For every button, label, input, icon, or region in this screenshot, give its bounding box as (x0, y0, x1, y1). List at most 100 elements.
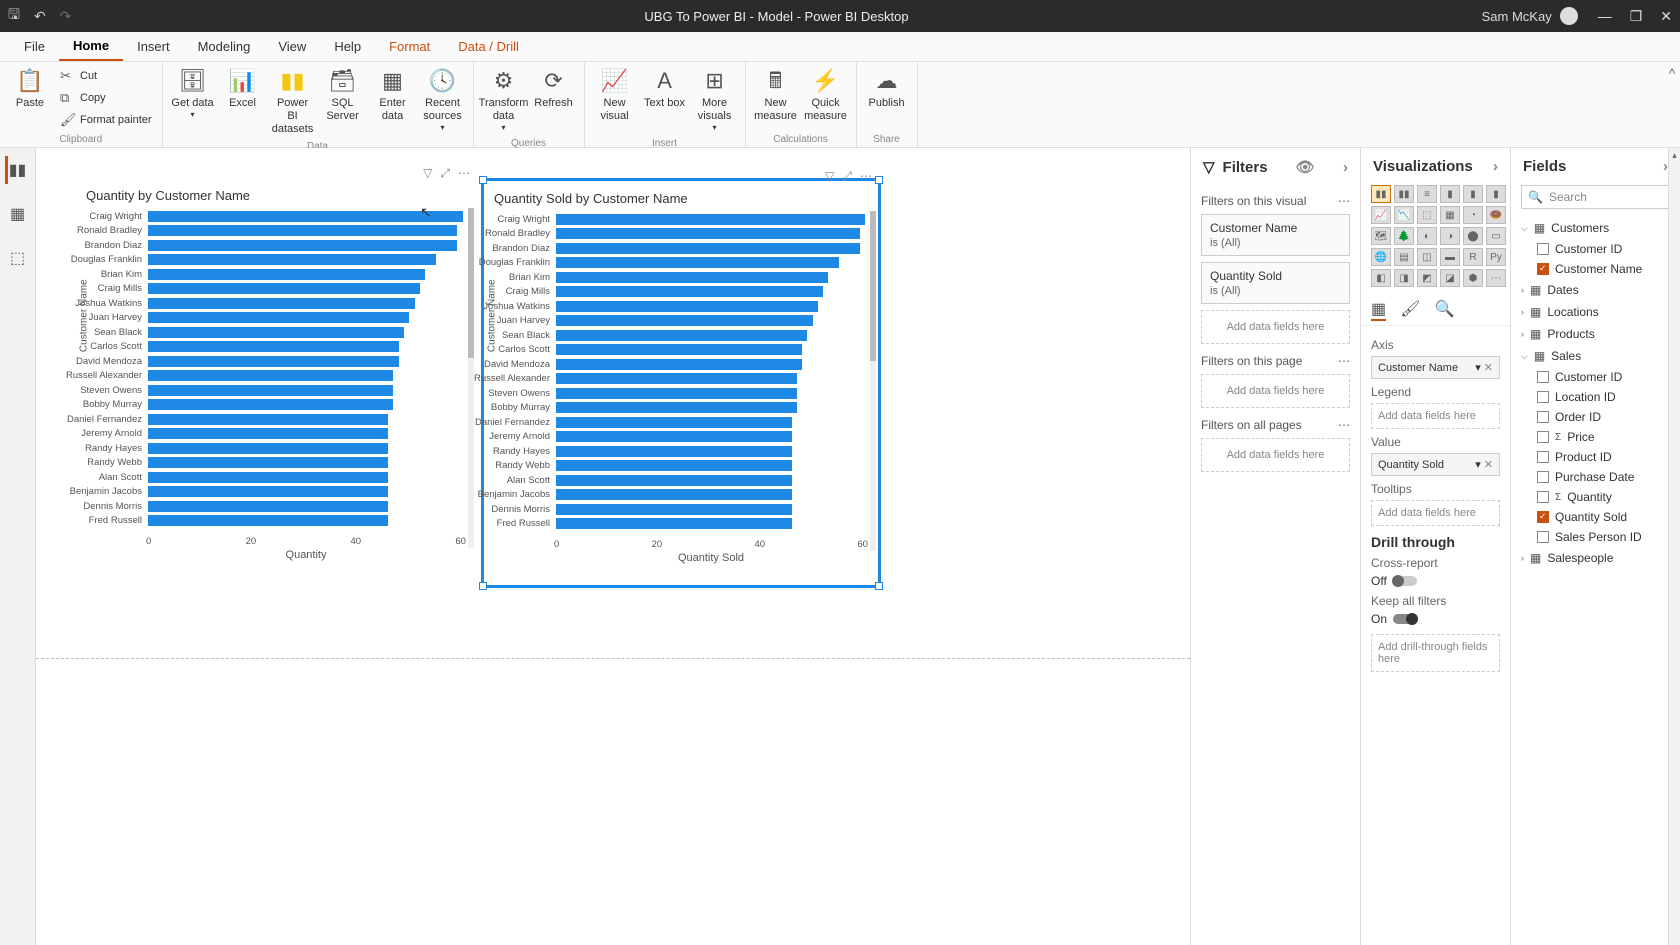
collapse-ribbon-icon[interactable]: ^ (1664, 62, 1680, 147)
visual-type-icon[interactable]: ⋯ (1486, 269, 1506, 287)
bar-row[interactable]: Joshua Watkins (554, 299, 868, 314)
bar-row[interactable]: Craig Wright (146, 209, 466, 224)
field-product id[interactable]: Product ID (1519, 447, 1672, 467)
cut-button[interactable]: ✂Cut (56, 66, 156, 86)
sql-server-button[interactable]: 🗃SQL Server (319, 64, 367, 127)
quick-measure-button[interactable]: ⚡Quick measure (802, 64, 850, 127)
filter-dropzone-page[interactable]: Add data fields here (1201, 374, 1350, 408)
bar-row[interactable]: Brandon Diaz (554, 241, 868, 256)
table-customers[interactable]: ⌵▦Customers (1519, 217, 1672, 239)
pbi-datasets-button[interactable]: ▮▮Power BI datasets (269, 64, 317, 139)
field-customer id[interactable]: Customer ID (1519, 239, 1672, 259)
field-customer id[interactable]: Customer ID (1519, 367, 1672, 387)
resize-handle[interactable] (875, 582, 883, 590)
fields-search-input[interactable]: 🔍 Search (1521, 185, 1670, 209)
fields-tab-icon[interactable]: ▦ (1371, 299, 1386, 321)
enter-data-button[interactable]: ▦Enter data (369, 64, 417, 127)
remove-field-icon[interactable]: ✕ (1484, 459, 1493, 471)
checkbox[interactable] (1537, 371, 1549, 383)
bar-row[interactable]: Fred Russell (146, 514, 466, 529)
resize-handle[interactable] (479, 582, 487, 590)
visual-type-icon[interactable]: ▮ (1486, 185, 1506, 203)
keep-filters-toggle[interactable]: On (1371, 612, 1500, 626)
text-box-button[interactable]: AText box (641, 64, 689, 114)
chart-scrollbar[interactable] (870, 211, 876, 361)
bar-row[interactable]: Benjamin Jacobs (146, 485, 466, 500)
visual-type-icon[interactable]: ◩ (1417, 269, 1437, 287)
checkbox[interactable] (1537, 243, 1549, 255)
resize-handle[interactable] (479, 176, 487, 184)
bar-row[interactable]: Bobby Murray (554, 401, 868, 416)
bar-row[interactable]: Daniel Fernandez (146, 412, 466, 427)
eye-icon[interactable]: 👁 (1296, 158, 1315, 176)
copy-button[interactable]: ⧉Copy (56, 88, 156, 108)
cross-report-toggle[interactable]: Off (1371, 574, 1500, 588)
bar-row[interactable]: Brian Kim (554, 270, 868, 285)
chevron-down-icon[interactable]: ▾ (1475, 459, 1481, 471)
save-icon[interactable]: 🖫 (8, 4, 20, 28)
visual-type-icon[interactable]: ≡ (1417, 185, 1437, 203)
tab-datadrill[interactable]: Data / Drill (444, 33, 533, 60)
bar-row[interactable]: Jeremy Arnold (554, 430, 868, 445)
visual-type-icon[interactable]: 🍩 (1486, 206, 1506, 224)
checkbox[interactable] (1537, 411, 1549, 423)
format-painter-button[interactable]: 🖌Format painter (56, 110, 156, 130)
recent-sources-button[interactable]: 🕓Recent sources▾ (419, 64, 467, 136)
checkbox[interactable] (1537, 391, 1549, 403)
analytics-tab-icon[interactable]: 🔍 (1434, 299, 1454, 321)
checkbox[interactable] (1537, 511, 1549, 523)
legend-dropzone[interactable]: Add data fields here (1371, 403, 1500, 429)
bar-row[interactable]: Juan Harvey (554, 314, 868, 329)
visual-type-icon[interactable]: 🗺 (1371, 227, 1391, 245)
visual-type-icon[interactable]: ◐ (1417, 227, 1437, 245)
visual-type-icon[interactable]: 🌲 (1394, 227, 1414, 245)
more-icon[interactable]: ⋯ (1338, 418, 1350, 432)
visual-type-icon[interactable]: ⬚ (1417, 206, 1437, 224)
bar-row[interactable]: Douglas Franklin (146, 253, 466, 268)
report-canvas[interactable]: ▽ ⤢ ⋯ Quantity by Customer Name Customer… (36, 148, 1190, 945)
visual-type-icon[interactable]: ▮ (1440, 185, 1460, 203)
visual-type-icon[interactable]: R (1463, 248, 1483, 266)
tab-view[interactable]: View (264, 33, 320, 60)
table-salespeople[interactable]: ›▦Salespeople (1519, 547, 1672, 569)
data-view-icon[interactable]: ▦ (6, 200, 29, 228)
visual-type-icon[interactable]: ▤ (1394, 248, 1414, 266)
remove-field-icon[interactable]: ✕ (1484, 362, 1493, 374)
redo-icon[interactable]: ↷ (60, 8, 72, 25)
collapse-pane-icon[interactable]: › (1343, 159, 1348, 176)
format-tab-icon[interactable]: 🖌 (1400, 299, 1420, 321)
minimize-icon[interactable]: ― (1598, 8, 1612, 25)
checkbox[interactable] (1537, 471, 1549, 483)
visual-type-icon[interactable]: ▮▮ (1394, 185, 1414, 203)
visual-type-icon[interactable]: ◑ (1440, 227, 1460, 245)
value-field-slot[interactable]: Quantity Sold▾ ✕ (1371, 453, 1500, 476)
bar-row[interactable]: Dennis Morris (554, 502, 868, 517)
tooltips-dropzone[interactable]: Add data fields here (1371, 500, 1500, 526)
bar-row[interactable]: Bobby Murray (146, 398, 466, 413)
field-customer name[interactable]: Customer Name (1519, 259, 1672, 279)
bar-row[interactable]: Russell Alexander (146, 369, 466, 384)
bar-row[interactable]: Steven Owens (554, 386, 868, 401)
table-sales[interactable]: ⌵▦Sales (1519, 345, 1672, 367)
bar-row[interactable]: Benjamin Jacobs (554, 488, 868, 503)
visual-type-icon[interactable]: ▮▮ (1371, 185, 1391, 203)
transform-data-button[interactable]: ⚙Transform data▾ (480, 64, 528, 136)
filter-dropzone-all[interactable]: Add data fields here (1201, 438, 1350, 472)
visual-type-icon[interactable]: ▮ (1463, 185, 1483, 203)
field-price[interactable]: ΣPrice (1519, 427, 1672, 447)
close-icon[interactable]: ✕ (1660, 8, 1672, 25)
tab-modeling[interactable]: Modeling (184, 33, 265, 60)
bar-row[interactable]: Steven Owens (146, 383, 466, 398)
visual-type-icon[interactable]: ◪ (1440, 269, 1460, 287)
visual-type-icon[interactable]: ◧ (1371, 269, 1391, 287)
bar-row[interactable]: Daniel Fernandez (554, 415, 868, 430)
bar-row[interactable]: Carlos Scott (146, 340, 466, 355)
checkbox[interactable] (1537, 491, 1549, 503)
bar-row[interactable]: Alan Scott (554, 473, 868, 488)
drill-through-dropzone[interactable]: Add drill-through fields here (1371, 634, 1500, 672)
tab-home[interactable]: Home (59, 32, 123, 61)
checkbox[interactable] (1537, 451, 1549, 463)
visual-type-icon[interactable]: ◨ (1394, 269, 1414, 287)
bar-row[interactable]: Randy Hayes (554, 444, 868, 459)
bar-row[interactable]: David Mendoza (554, 357, 868, 372)
